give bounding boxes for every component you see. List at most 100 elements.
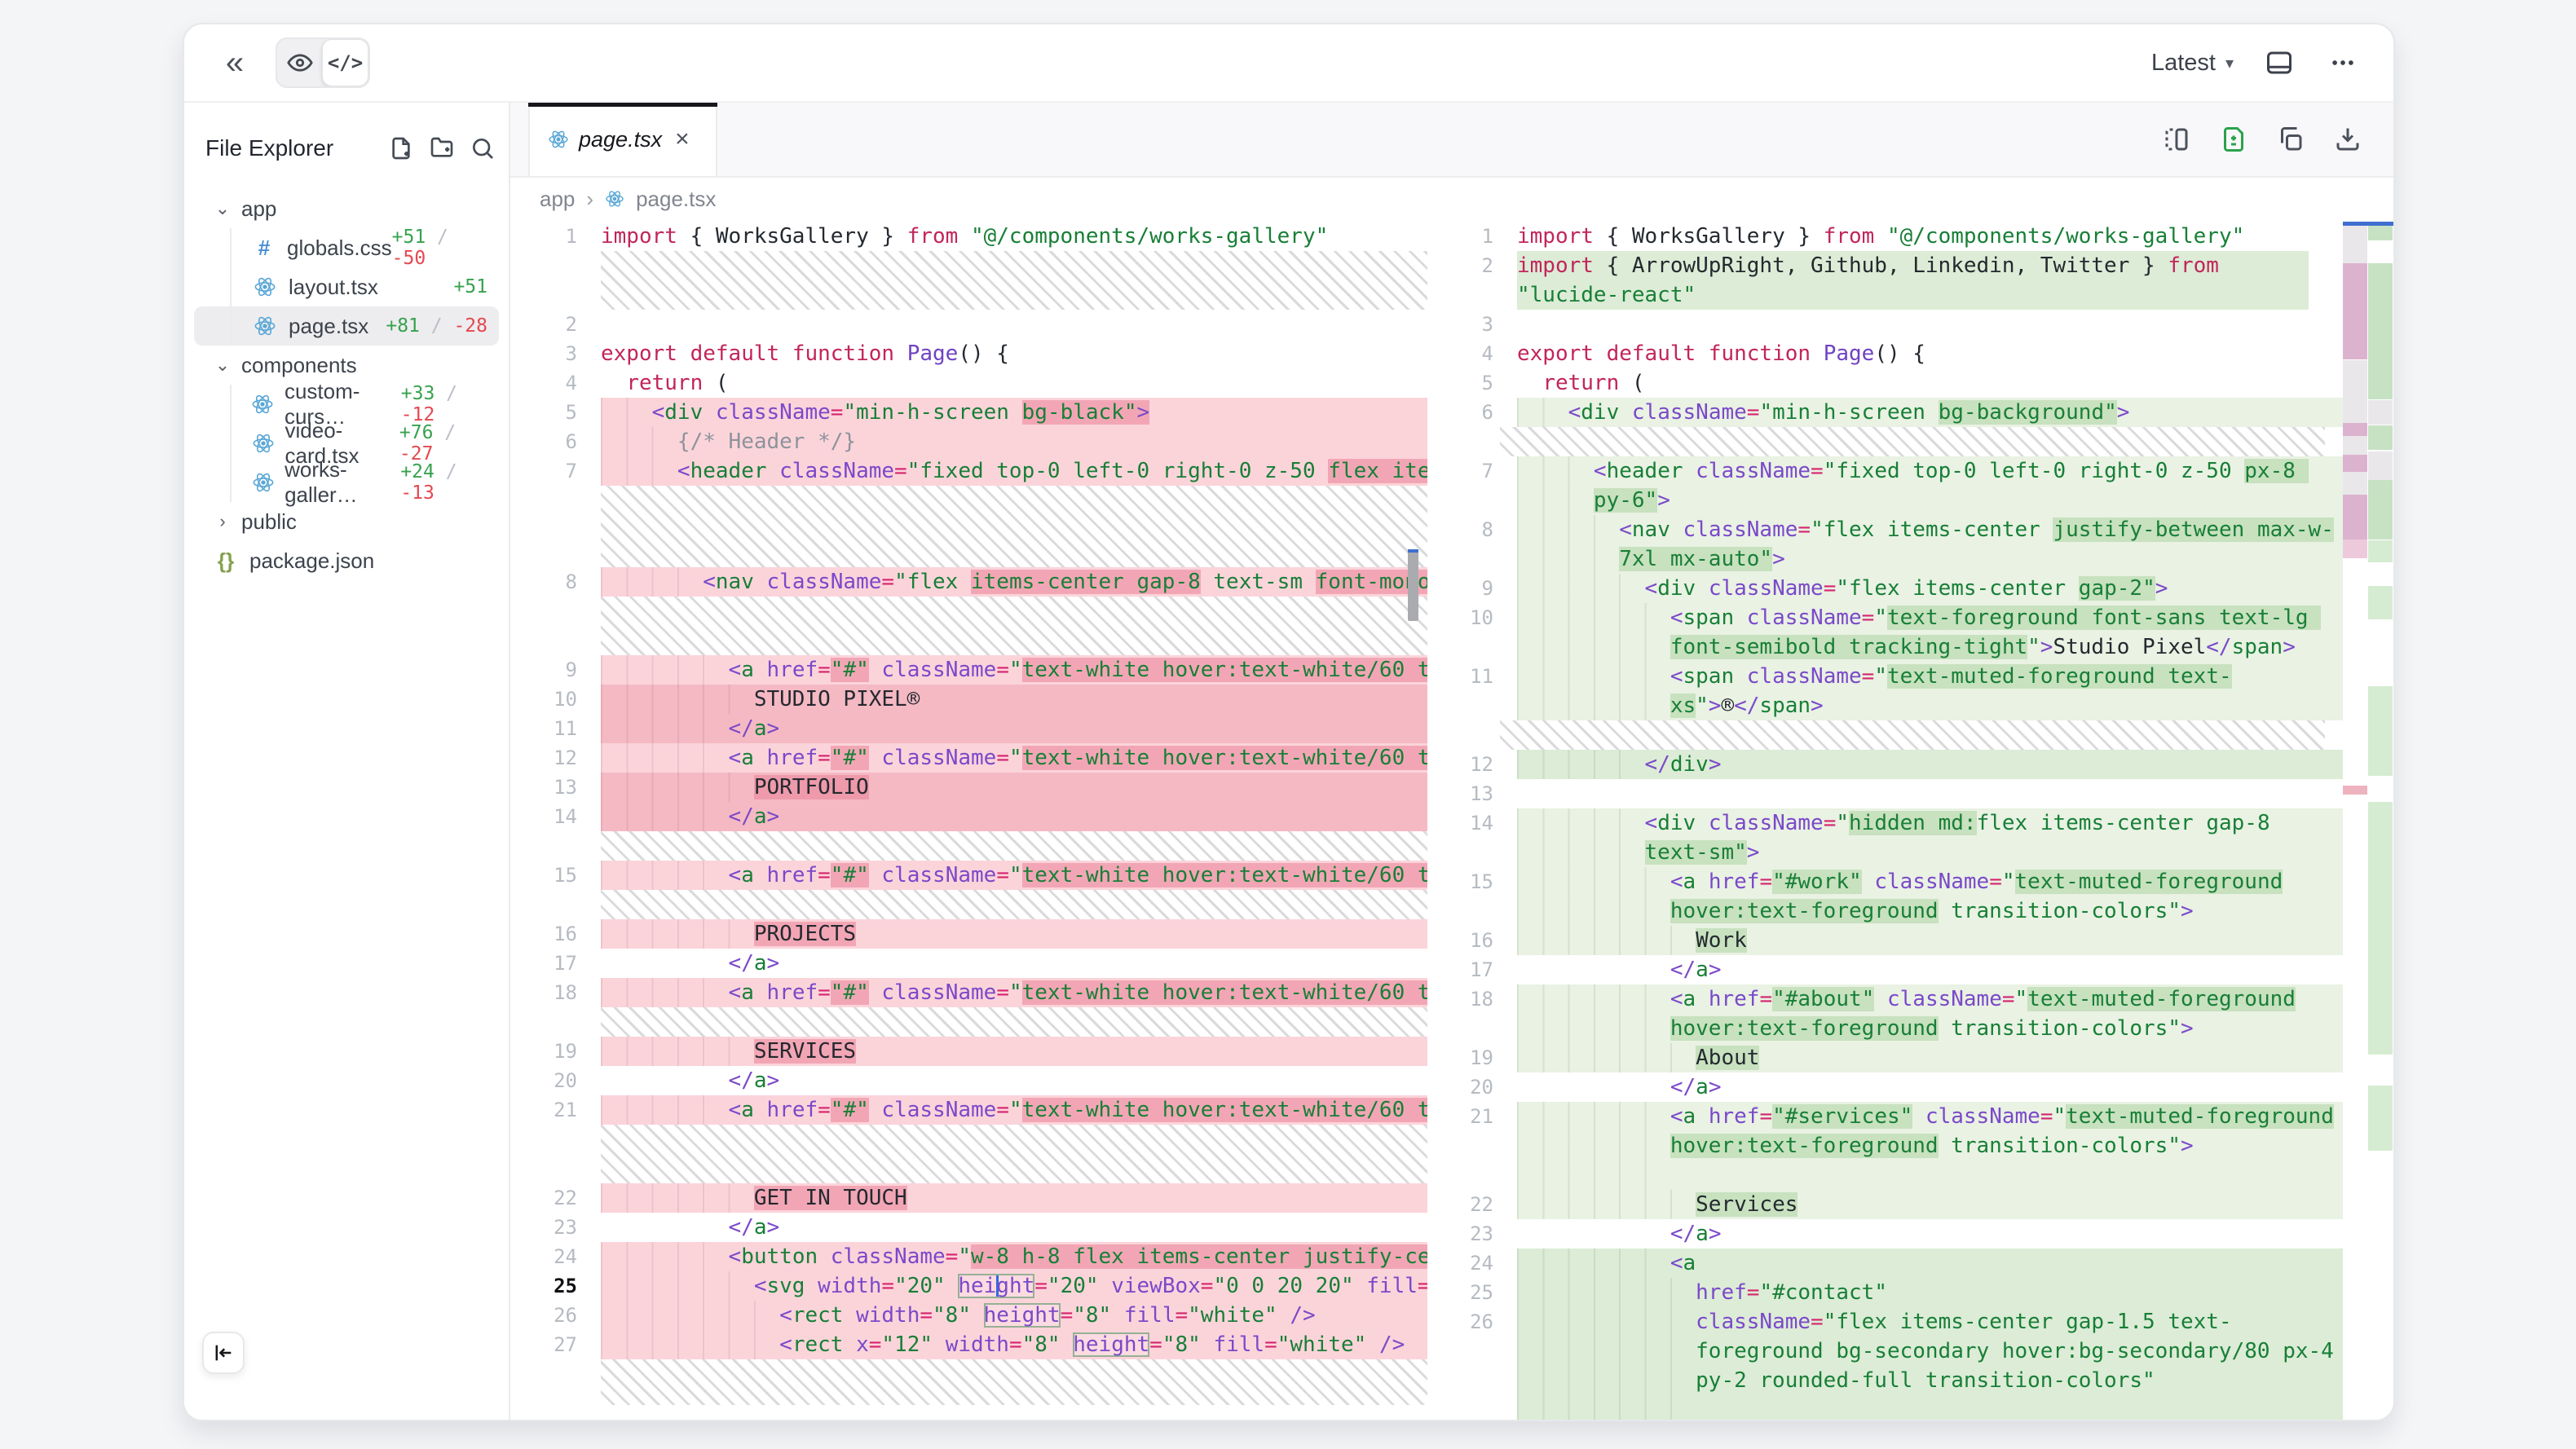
code-line-18[interactable]: 18 <a href="#about" className="text-mute…	[1448, 984, 2343, 1043]
code-line-23[interactable]: 23 </a>	[510, 1213, 1448, 1242]
code-line-19[interactable]: 19 About	[1448, 1043, 2343, 1072]
copy-file-button[interactable]	[2273, 121, 2309, 157]
code-line-4[interactable]: 4export default function Page() {	[1448, 339, 2343, 368]
code-line-21[interactable]: 21 <a href="#" className="text-white hov…	[510, 1095, 1448, 1125]
code-line-2[interactable]: 2import { ArrowUpRight, Github, Linkedin…	[1448, 251, 2343, 310]
code-line-16[interactable]: 16 PROJECTS	[510, 919, 1448, 949]
line-number: 7	[1448, 456, 1493, 515]
minimap-viewport-indicator[interactable]	[2343, 222, 2393, 226]
tab-close-icon[interactable]: ×	[675, 127, 690, 152]
download-file-button[interactable]	[2330, 121, 2366, 157]
code-line-12[interactable]: 12 <a href="#" className="text-white hov…	[510, 743, 1448, 773]
code-line-9[interactable]: 9 <div className="flex items-center gap-…	[1448, 574, 2343, 603]
sidebar-item-page.tsx[interactable]: page.tsx+81 / -28	[194, 306, 499, 346]
chevron-down-icon[interactable]: ⌄	[212, 355, 233, 376]
code-line-16[interactable]: 16 Work	[1448, 926, 2343, 955]
sidebar-item-works-galler-[interactable]: works-galler…+24 / -13	[194, 463, 499, 502]
code-line-9[interactable]: 9 <a href="#" className="text-white hove…	[510, 655, 1448, 685]
version-dropdown[interactable]: Latest ▾	[2151, 50, 2234, 77]
code-line-15[interactable]: 15 <a href="#" className="text-white hov…	[510, 861, 1448, 890]
line-number: 8	[510, 567, 577, 597]
code-line-22[interactable]: 22 Services	[1448, 1190, 2343, 1219]
search-button[interactable]	[466, 132, 499, 165]
minimap-mark	[2343, 226, 2367, 263]
code-line-12[interactable]: 12 </div>	[1448, 750, 2343, 779]
more-options-button[interactable]	[2325, 45, 2361, 81]
diff-minimap[interactable]	[2343, 222, 2393, 1420]
line-number: 2	[510, 310, 577, 339]
minimap-mark	[2368, 425, 2393, 450]
new-file-button[interactable]	[385, 132, 417, 165]
code-line-4[interactable]: 4 return (	[510, 368, 1448, 398]
code-line-3[interactable]: 3	[1448, 310, 2343, 339]
panel-bottom-button[interactable]	[2261, 45, 2297, 81]
code-line-11[interactable]: 11 <span className="text-muted-foregroun…	[1448, 662, 2343, 720]
code-line-26[interactable]: 26 className="flex items-center gap-1.5 …	[1448, 1307, 2343, 1420]
code-content: <a href="#" className="text-white hover:…	[601, 743, 1427, 773]
code-line-6[interactable]: 6 <div className="min-h-screen bg-backgr…	[1448, 398, 2343, 427]
code-line-17[interactable]: 17 </a>	[1448, 955, 2343, 984]
new-folder-button[interactable]	[426, 132, 458, 165]
code-line-7[interactable]: 7 <header className="fixed top-0 left-0 …	[1448, 456, 2343, 515]
code-line-3[interactable]: 3export default function Page() {	[510, 339, 1448, 368]
code-line-8[interactable]: 8 <nav className="flex items-center just…	[1448, 515, 2343, 574]
sidebar-item-package.json[interactable]: {}package.json	[194, 541, 499, 580]
code-line-21[interactable]: 21 <a href="#services" className="text-m…	[1448, 1102, 2343, 1190]
code-line-10[interactable]: 10 STUDIO PIXEL®	[510, 685, 1448, 714]
sidebar-item-layout.tsx[interactable]: layout.tsx+51	[194, 267, 499, 306]
code-content: STUDIO PIXEL®	[601, 685, 1427, 714]
code-line-5[interactable]: 5 return (	[1448, 368, 2343, 398]
code-line-26[interactable]: 26 <rect width="8" height="8" fill="whit…	[510, 1301, 1448, 1330]
code-line-10[interactable]: 10 <span className="text-foreground font…	[1448, 603, 2343, 662]
diff-alignment-spacer	[601, 1007, 1427, 1037]
code-line-6[interactable]: 6 {/* Header */}	[510, 427, 1448, 456]
code-line-13[interactable]: 13	[1448, 779, 2343, 808]
code-line-2[interactable]: 2	[510, 310, 1448, 339]
code-line-14[interactable]: 14 <div className="hidden md:flex items-…	[1448, 808, 2343, 867]
breadcrumb-chevron-icon: ›	[586, 187, 593, 212]
chevrons-left-icon: «	[226, 46, 244, 79]
ellipsis-icon	[2329, 49, 2357, 77]
code-line-8[interactable]: 8 <nav className="flex items-center gap-…	[510, 567, 1448, 597]
preview-eye-button[interactable]	[277, 39, 322, 86]
code-line-25[interactable]: 25 <svg width="20" height="20" viewBox="…	[510, 1271, 1448, 1301]
code-line-24[interactable]: 24 <button className="w-8 h-8 flex items…	[510, 1242, 1448, 1271]
code-view-button[interactable]: </>	[322, 39, 368, 86]
code-line-14[interactable]: 14 </a>	[510, 802, 1448, 831]
tab-label: page.tsx	[579, 127, 662, 152]
chevron-right-icon[interactable]: ›	[212, 511, 233, 532]
file-diff-button[interactable]	[2216, 121, 2252, 157]
code-line-1[interactable]: 1import { WorksGallery } from "@/compone…	[510, 222, 1448, 251]
code-line-18[interactable]: 18 <a href="#" className="text-white hov…	[510, 978, 1448, 1007]
tab-page-tsx[interactable]: page.tsx ×	[528, 103, 717, 176]
diff-stats: +33 / -12	[401, 383, 499, 425]
minimap-mark	[2368, 540, 2393, 562]
code-line-20[interactable]: 20 </a>	[1448, 1072, 2343, 1102]
code-line-11[interactable]: 11 </a>	[510, 714, 1448, 743]
code-line-17[interactable]: 17 </a>	[510, 949, 1448, 978]
left-pane-scrollbar[interactable]	[1408, 549, 1418, 621]
code-line-7[interactable]: 7 <header className="fixed top-0 left-0 …	[510, 456, 1448, 486]
code-content: </a>	[1517, 1219, 2343, 1249]
collapse-panel-button[interactable]	[202, 1332, 245, 1374]
collapse-sidebar-button[interactable]: «	[217, 45, 253, 81]
code-line-24[interactable]: 24 <a	[1448, 1249, 2343, 1278]
sidebar-item-public[interactable]: ›public	[194, 502, 499, 541]
code-line-25[interactable]: 25 href="#contact"	[1448, 1278, 2343, 1307]
sidebar-item-app[interactable]: ⌄app	[194, 189, 499, 228]
code-line-19[interactable]: 19 SERVICES	[510, 1037, 1448, 1066]
code-line-23[interactable]: 23 </a>	[1448, 1219, 2343, 1249]
code-line-13[interactable]: 13 PORTFOLIO	[510, 773, 1448, 802]
code-line-27[interactable]: 27 <rect x="12" width="8" height="8" fil…	[510, 1330, 1448, 1359]
code-line-1[interactable]: 1import { WorksGallery } from "@/compone…	[1448, 222, 2343, 251]
sidebar-item-globals.css[interactable]: #globals.css+51 / -50	[194, 228, 499, 267]
code-line-5[interactable]: 5 <div className="min-h-screen bg-black"…	[510, 398, 1448, 427]
code-line-22[interactable]: 22 GET IN TOUCH	[510, 1183, 1448, 1213]
eye-icon	[286, 49, 314, 77]
split-diff-view-button[interactable]	[2159, 121, 2194, 157]
chevron-down-icon[interactable]: ⌄	[212, 198, 233, 219]
breadcrumb-root[interactable]: app	[540, 187, 575, 212]
code-line-20[interactable]: 20 </a>	[510, 1066, 1448, 1095]
code-line-15[interactable]: 15 <a href="#work" className="text-muted…	[1448, 867, 2343, 926]
diff-stats: +24 / -13	[400, 461, 499, 504]
